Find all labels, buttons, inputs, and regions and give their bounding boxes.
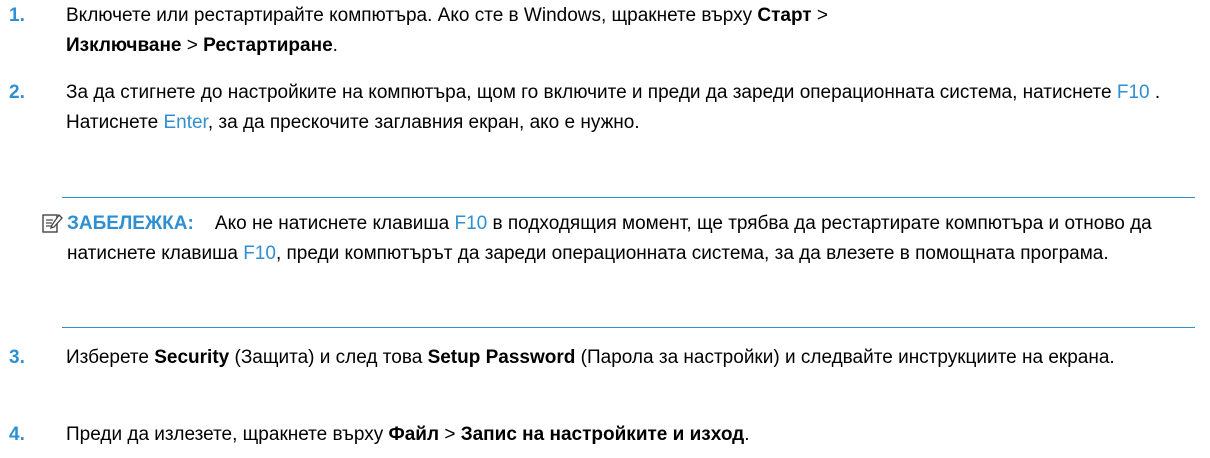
menu-setup-password: Setup Password [427,347,576,368]
step-3: 3. Изберете Security (Защита) и след тов… [0,343,1195,373]
key-f10: F10 [454,213,488,234]
menu-restart: Рестартиране [203,35,333,56]
menu-save-exit: Запис на настройките и изход [460,424,745,445]
key-enter: Enter [163,112,208,133]
step-number: 4. [9,424,25,445]
step-text: За да стигнете до настройките на компютъ… [66,82,1161,133]
step-text: Включете или рестартирайте компютъра. Ак… [66,5,828,56]
step-4: 4. Преди да излезете, щракнете върху Фай… [0,420,1195,450]
note-label: ЗАБЕЛЕЖКА: [67,213,194,234]
note-text: ЗАБЕЛЕЖКА: Ако не натиснете клавиша F10 … [67,213,1152,264]
step-number: 2. [9,82,25,103]
step-text: Изберете Security (Защита) и след това S… [66,347,1115,368]
menu-file: Файл [388,424,440,445]
step-text: Преди да излезете, щракнете върху Файл >… [66,424,750,445]
note-pencil-icon [42,213,63,233]
step-number: 3. [9,347,25,368]
step-2: 2. За да стигнете до настройките на комп… [0,78,1195,138]
note-box: ЗАБЕЛЕЖКА: Ако не натиснете клавиша F10 … [42,197,1195,328]
key-f10: F10 [243,243,276,264]
menu-shutdown: Изключване [66,35,182,56]
key-f10: F10 [1116,82,1150,103]
menu-start: Старт [757,5,812,26]
step-number: 1. [9,5,25,26]
menu-security: Security [154,347,230,368]
step-1: 1. Включете или рестартирайте компютъра.… [0,1,1195,61]
